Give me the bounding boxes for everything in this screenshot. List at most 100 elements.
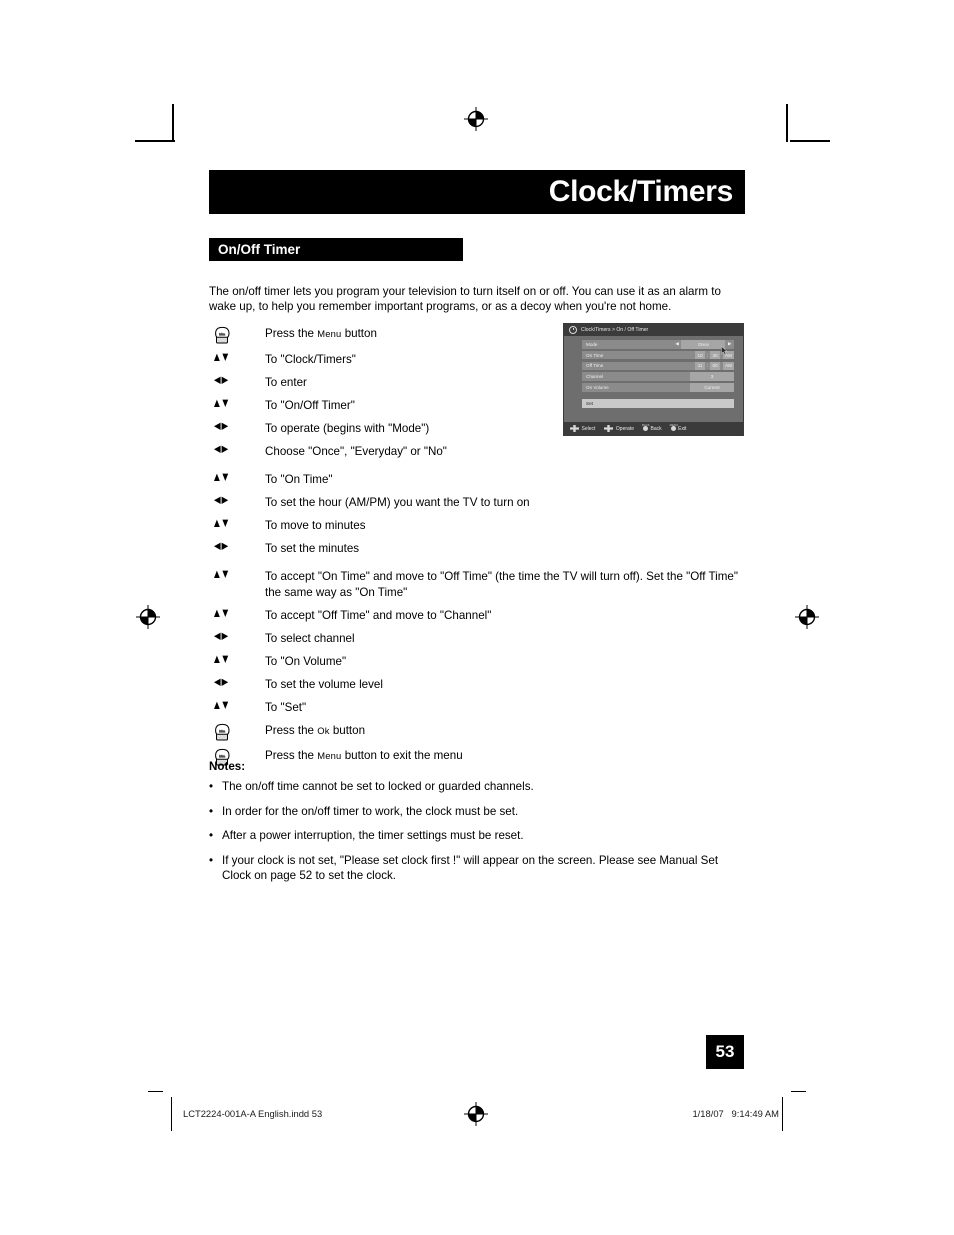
osd-off-time-minute[interactable]: 00 <box>710 361 721 371</box>
bullet-icon: • <box>209 854 214 868</box>
osd-footer-label: Operate <box>615 425 634 432</box>
step-text: Press the Menu button to exit the menu <box>265 749 463 763</box>
osd-footer-operate: Operate <box>604 425 634 432</box>
step-item: To set the hour (AM/PM) you want the TV … <box>209 495 749 510</box>
up-down-arrow-icon <box>209 654 265 665</box>
crop-mark-top-right-vertical <box>786 104 788 142</box>
left-right-arrow-icon <box>209 677 265 688</box>
crop-mark-top-left-vertical <box>172 104 174 142</box>
osd-breadcrumb: Clock/Timers > On / Off Timer <box>581 327 649 333</box>
bullet-icon: • <box>209 780 214 793</box>
up-down-arrow-icon <box>209 569 265 580</box>
crop-mark-top-right-horizontal <box>790 140 830 142</box>
osd-row-value[interactable]: Once <box>681 340 726 349</box>
notes-list: • The on/off time cannot be set to locke… <box>209 779 749 893</box>
osd-on-time-hour[interactable]: 10 <box>695 350 706 360</box>
note-text: After a power interruption, the timer se… <box>222 829 524 843</box>
osd-row-on-volume[interactable]: On Volume Current <box>582 383 734 392</box>
round-button-icon: MENU <box>670 423 678 431</box>
note-item: • The on/off time cannot be set to locke… <box>209 779 749 794</box>
osd-footer-exit: MENU Exit <box>670 423 687 432</box>
step-text: Choose "Once", "Everyday" or "No" <box>265 444 447 458</box>
note-item: • In order for the on/off timer to work,… <box>209 804 749 819</box>
note-item: • If your clock is not set, "Please set … <box>209 853 749 883</box>
up-down-arrow-icon <box>209 608 265 619</box>
osd-row-label: Off Time <box>586 363 604 369</box>
footer-timestamp: 1/18/07 9:14:49 AM <box>692 1108 779 1119</box>
step-item: To set the volume level <box>209 677 749 692</box>
osd-on-volume-value[interactable]: Current <box>690 383 734 392</box>
step-text: To set the volume level <box>265 677 383 691</box>
crop-mark-top-left-horizontal <box>135 140 175 142</box>
osd-row-label: Channel <box>586 374 604 380</box>
osd-on-time-minute[interactable]: 30 <box>710 350 721 360</box>
step-item: Press the Menu button to exit the menu <box>209 748 749 766</box>
step-item: To move to minutes <box>209 518 749 533</box>
step-text: To accept "Off Time" and move to "Channe… <box>265 608 492 622</box>
osd-off-time-hour[interactable]: 11 <box>695 361 706 371</box>
registration-mark-right <box>795 605 819 629</box>
intro-paragraph: The on/off timer lets you program your t… <box>209 284 721 313</box>
page-number-badge: 53 <box>706 1035 744 1069</box>
osd-row-channel[interactable]: Channel 3 <box>582 372 734 381</box>
note-text: If your clock is not set, "Please set cl… <box>222 854 719 883</box>
osd-row-mode[interactable]: Mode ◀ Once ▶ <box>582 340 734 349</box>
step-text: To move to minutes <box>265 519 366 532</box>
note-text: In order for the on/off timer to work, t… <box>222 804 519 818</box>
step-item: To set the minutes <box>209 541 749 556</box>
footer-bar-right <box>782 1097 783 1131</box>
osd-footer-label: Select <box>581 425 596 432</box>
osd-footer-label: Back <box>650 425 662 432</box>
footer-file-name: LCT2224-001A-A English.indd 53 <box>183 1108 323 1119</box>
step-text: To select channel <box>265 631 355 645</box>
osd-breadcrumb-bar: Clock/Timers > On / Off Timer <box>564 324 743 336</box>
registration-mark-bottom <box>464 1102 488 1126</box>
osd-footer-select: Select <box>570 425 595 432</box>
osd-row-label: On Time <box>586 352 604 358</box>
osd-channel-value[interactable]: 3 <box>690 372 734 381</box>
osd-row-off-time[interactable]: Off Time 11 : 00 AM <box>582 361 734 371</box>
osd-footer-back: BACK Back <box>641 422 662 432</box>
left-right-arrow-icon <box>209 495 265 506</box>
note-item: • After a power interruption, the timer … <box>209 828 749 843</box>
note-text: The on/off time cannot be set to locked … <box>222 780 534 793</box>
osd-rows: Mode ◀ Once ▶ On Time 10 : 30 AM Off Tim… <box>564 336 743 392</box>
up-down-arrow-icon <box>209 352 265 363</box>
registration-mark-left <box>136 605 160 629</box>
mouse-cursor-icon <box>721 346 728 355</box>
dpad-icon <box>570 425 579 432</box>
page-title: Clock/Timers <box>548 175 734 208</box>
step-text: To set the minutes <box>265 542 360 555</box>
osd-footer-bar: Select Operate BACK Back MENU Exit <box>564 422 743 435</box>
osd-off-time-meridiem[interactable]: AM <box>723 361 734 371</box>
step-item: Press the Ok button <box>209 723 749 741</box>
section-heading: On/Off Timer <box>218 241 301 257</box>
bullet-icon: • <box>209 804 214 818</box>
left-arrow-icon[interactable]: ◀ <box>673 341 682 347</box>
up-down-arrow-icon <box>209 518 265 529</box>
up-down-arrow-icon <box>209 398 265 409</box>
footer-bar-left <box>171 1097 172 1131</box>
step-item: To accept "Off Time" and move to "Channe… <box>209 608 749 623</box>
clock-icon <box>569 326 577 334</box>
page-title-banner: Clock/Timers <box>209 170 745 214</box>
section-heading-bar: On/Off Timer <box>209 238 463 261</box>
osd-menu-screenshot: Clock/Timers > On / Off Timer Mode ◀ Onc… <box>563 323 744 436</box>
left-right-arrow-icon <box>209 631 265 642</box>
step-item: To accept "On Time" and move to "Off Tim… <box>209 569 749 600</box>
step-text: To "On Volume" <box>265 654 347 668</box>
step-item: To "Set" <box>209 700 749 715</box>
step-text: Press the Ok button <box>265 723 366 737</box>
step-text: To "Set" <box>265 700 307 714</box>
osd-row-on-time[interactable]: On Time 10 : 30 AM <box>582 350 734 360</box>
dpad-icon <box>604 425 614 432</box>
osd-set-button[interactable]: Set <box>582 399 734 408</box>
left-right-arrow-icon <box>209 444 265 455</box>
footer-rule-left <box>148 1091 163 1092</box>
step-item: To select channel <box>209 631 749 646</box>
notes-heading: Notes: <box>209 760 246 773</box>
footer-rule-right <box>791 1091 806 1092</box>
left-right-arrow-icon <box>209 421 265 432</box>
step-item: To "On Time" <box>209 472 749 487</box>
osd-footer-mini-label: BACK <box>641 422 650 427</box>
